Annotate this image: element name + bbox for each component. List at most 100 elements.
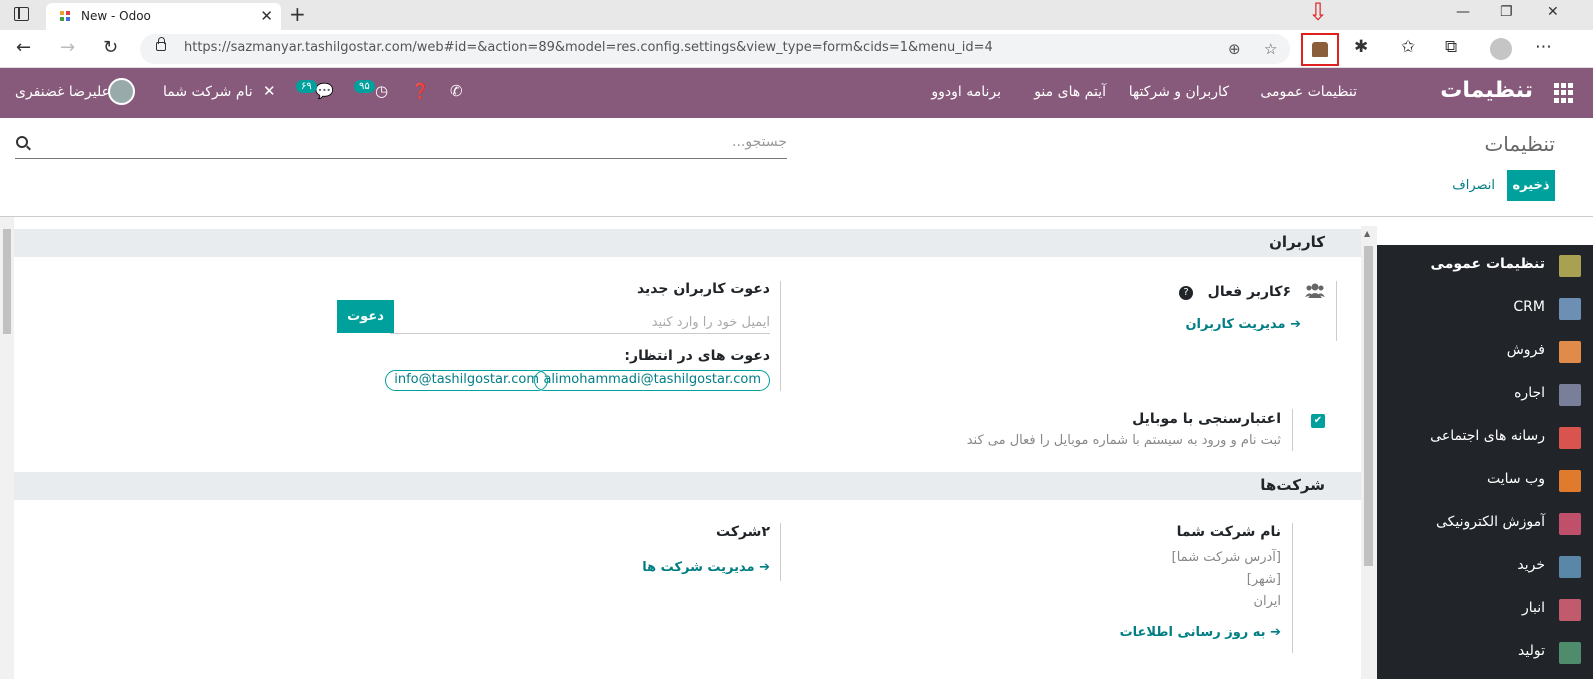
add-favorite-icon[interactable]: ☆: [1264, 40, 1277, 58]
menu-users-companies[interactable]: کاربران و شرکتها: [1129, 84, 1229, 100]
collections-icon[interactable]: ⧉: [1445, 37, 1457, 57]
chart-icon: [1559, 341, 1581, 363]
forward-icon[interactable]: →: [60, 37, 75, 58]
sidebar-item-label: وب سایت: [1486, 471, 1545, 487]
app-brand[interactable]: تنظیمات: [1440, 78, 1533, 103]
lock-icon[interactable]: [156, 37, 166, 51]
divider: [1292, 523, 1293, 653]
sidebar-item-label: تنظیمات عمومی: [1430, 256, 1545, 272]
elearning-icon: [1559, 513, 1581, 535]
menu-odoo-app[interactable]: برنامه اودوو: [931, 84, 1001, 100]
activity-clock-icon[interactable]: ◷: [375, 82, 388, 100]
section-title: شرکت‌ها: [1260, 476, 1325, 494]
zoom-icon[interactable]: ⊕: [1228, 40, 1241, 58]
tab-close-icon[interactable]: ✕: [260, 7, 273, 25]
sidebar-item-website[interactable]: وب سایت: [1377, 460, 1593, 502]
apps-menu-icon[interactable]: [1553, 83, 1573, 103]
mobile-auth-checkbox[interactable]: ✔: [1311, 414, 1325, 428]
messages-count-badge: ۶۹: [296, 80, 317, 93]
scrollbar-thumb[interactable]: [3, 229, 11, 334]
settings-content: کاربران ۶کاربر فعال ? ➔ مدیریت کاربران د…: [14, 226, 1361, 679]
sidebar-item-social-media[interactable]: رسانه های اجتماعی: [1377, 417, 1593, 459]
new-tab-icon[interactable]: +: [289, 2, 306, 26]
sidebar-item-label: CRM: [1513, 299, 1545, 315]
profile-icon[interactable]: [1490, 38, 1512, 60]
back-icon[interactable]: ←: [16, 37, 31, 58]
browser-address-bar: ← → ↻ https://sazmanyar.tashilgostar.com…: [0, 30, 1593, 68]
sidebar-item-general-settings[interactable]: تنظیمات عمومی: [1377, 245, 1593, 287]
user-avatar[interactable]: [108, 78, 135, 105]
save-button[interactable]: ذخیره: [1507, 170, 1555, 201]
activity-count-badge: ۹۵: [354, 80, 375, 93]
close-window-icon[interactable]: ✕: [1547, 4, 1559, 20]
minimize-icon[interactable]: —: [1456, 4, 1470, 20]
extension-icon[interactable]: [1312, 42, 1328, 57]
sidebar-item-sales[interactable]: فروش: [1377, 331, 1593, 373]
sidebar-item-label: خرید: [1517, 557, 1545, 573]
section-companies-header: شرکت‌ها: [14, 472, 1361, 500]
manage-companies-link[interactable]: ➔ مدیریت شرکت ها: [642, 560, 770, 575]
scroll-up-icon[interactable]: ▲: [1364, 229, 1370, 238]
extensions-puzzle-icon[interactable]: ✱: [1354, 37, 1368, 57]
mobile-auth-title: اعتبارسنجی با موبایل: [1132, 411, 1281, 427]
search-bar: [15, 128, 787, 159]
search-input[interactable]: [87, 134, 787, 150]
sidebar-item-label: انبار: [1521, 600, 1545, 616]
messages-icon[interactable]: 💬: [315, 82, 334, 100]
gear-icon: [1559, 255, 1581, 277]
phone-icon[interactable]: ✆: [450, 82, 463, 100]
content-scrollbar[interactable]: ▲: [1361, 226, 1377, 679]
more-menu-icon[interactable]: ⋯: [1535, 37, 1552, 57]
sidebar-item-inventory[interactable]: انبار: [1377, 589, 1593, 631]
sidebar-item-crm[interactable]: CRM: [1377, 288, 1593, 330]
pending-invite-pill[interactable]: info@tashilgostar.com: [385, 370, 548, 391]
odoo-navbar: تنظیمات تنظیمات عمومی کاربران و شرکتها آ…: [0, 68, 1593, 118]
company-switcher[interactable]: نام شرکت شما: [163, 84, 253, 100]
active-users-count: ۶کاربر فعال: [1207, 284, 1291, 300]
favorites-icon[interactable]: ✩: [1401, 37, 1415, 57]
sidebar-item-purchase[interactable]: خرید: [1377, 546, 1593, 588]
menu-general-settings[interactable]: تنظیمات عمومی: [1260, 84, 1357, 100]
menu-menu-items[interactable]: آیتم های منو: [1034, 84, 1106, 100]
sidebar-item-elearning[interactable]: آموزش الکترونیکی: [1377, 503, 1593, 545]
sidebar-item-label: رسانه های اجتماعی: [1430, 428, 1545, 444]
sidebar-item-rental[interactable]: اجاره: [1377, 374, 1593, 416]
box-icon: [1559, 599, 1581, 621]
breadcrumb: تنظیمات: [1484, 132, 1555, 156]
left-scrollbar[interactable]: [0, 217, 14, 679]
credit-card-icon: [1559, 556, 1581, 578]
browser-tab[interactable]: New - Odoo ✕: [46, 3, 281, 30]
pending-invite-pill[interactable]: alimohammadi@tashilgostar.com: [534, 370, 770, 391]
divider: [780, 523, 781, 581]
manage-users-link[interactable]: ➔ مدیریت کاربران: [1185, 317, 1301, 332]
manage-companies-label: مدیریت شرکت ها: [642, 560, 755, 575]
divider: [0, 216, 1593, 217]
reload-icon[interactable]: ↻: [103, 37, 118, 58]
extension-highlight[interactable]: [1301, 33, 1339, 66]
red-down-arrow-icon: ⇩: [1308, 0, 1329, 26]
update-info-label: به روز رسانی اطلاعات: [1119, 625, 1266, 640]
sidebar-item-label: آموزش الکترونیکی: [1435, 514, 1545, 530]
company-address: [آدرس شرکت شما]: [1171, 550, 1281, 565]
search-icon[interactable]: [16, 136, 28, 148]
invite-email-input[interactable]: [390, 312, 770, 334]
tab-actions-icon[interactable]: [14, 7, 29, 21]
sidebar-item-manufacturing[interactable]: تولید: [1377, 632, 1593, 674]
help-icon[interactable]: ❓: [411, 82, 430, 100]
user-menu[interactable]: علیرضا غضنفری: [15, 84, 110, 100]
invite-button[interactable]: دعوت: [337, 300, 394, 333]
handshake-icon: [1559, 298, 1581, 320]
users-icon: [1305, 283, 1325, 298]
wrench-icon: [1559, 642, 1581, 664]
restore-icon[interactable]: ❐: [1500, 4, 1513, 20]
update-info-link[interactable]: ➔ به روز رسانی اطلاعات: [1120, 625, 1281, 640]
debug-tools-icon[interactable]: ✕: [263, 82, 276, 100]
section-users-header: کاربران: [14, 229, 1361, 257]
companies-count: ۲شرکت: [716, 524, 770, 540]
url-text[interactable]: https://sazmanyar.tashilgostar.com/web#i…: [184, 40, 993, 55]
scrollbar-thumb[interactable]: [1364, 246, 1373, 566]
discard-button[interactable]: انصراف: [1452, 178, 1495, 193]
url-field[interactable]: https://sazmanyar.tashilgostar.com/web#i…: [140, 34, 1290, 64]
help-icon[interactable]: ?: [1179, 286, 1193, 300]
sidebar-item-label: فروش: [1506, 342, 1545, 358]
